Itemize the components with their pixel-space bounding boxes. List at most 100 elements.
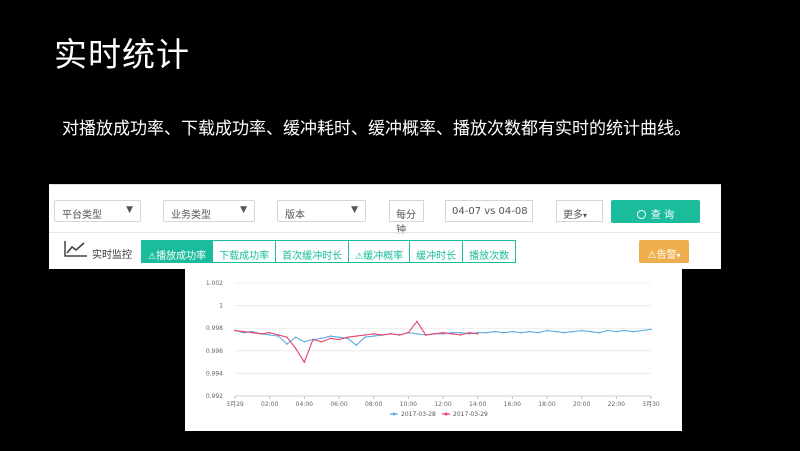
x-tick-label: 20:00 bbox=[573, 401, 590, 408]
data-point-series-1 bbox=[286, 343, 288, 345]
data-point-series-2 bbox=[242, 330, 245, 333]
data-point-series-2 bbox=[346, 336, 349, 339]
alarm-button-label: 告警 bbox=[656, 250, 677, 261]
line-chart: 0.992 0.994 0.996 0.998 1 1.002 3月29 02:00 04:00… bbox=[206, 280, 660, 418]
data-point-series-1 bbox=[355, 344, 358, 346]
data-point-series-2 bbox=[338, 338, 340, 341]
data-point-series-2 bbox=[260, 333, 262, 335]
data-point-series-2 bbox=[398, 334, 401, 336]
tab-buffer-probability[interactable]: ⚠缓冲概率 bbox=[349, 240, 411, 263]
tab-buffer-duration[interactable]: 缓冲时长 bbox=[410, 240, 464, 263]
data-point-series-2 bbox=[442, 331, 444, 334]
chevron-down-icon bbox=[351, 205, 358, 215]
tab-download-success-rate[interactable]: 下载成功率 bbox=[213, 240, 277, 263]
data-point-series-2 bbox=[251, 331, 254, 334]
chevron-down-icon bbox=[240, 205, 247, 215]
more-button[interactable]: 更多▾ bbox=[556, 200, 603, 222]
tab-play-success-rate[interactable]: ⚠播放成功率 bbox=[141, 240, 214, 263]
legend-marker bbox=[444, 412, 448, 416]
data-point-series-2 bbox=[459, 334, 462, 336]
data-point-series-2 bbox=[320, 340, 323, 343]
x-tick-label: 08:00 bbox=[365, 401, 382, 408]
legend-label: 2017-03-29 bbox=[453, 411, 488, 418]
data-point-series-1 bbox=[416, 333, 418, 335]
business-select[interactable]: 业务类型 bbox=[163, 200, 255, 222]
chevron-down-icon bbox=[126, 205, 133, 215]
data-point-series-1 bbox=[320, 337, 323, 340]
x-tick-label: 14:00 bbox=[469, 401, 486, 408]
data-point-series-1 bbox=[485, 331, 488, 334]
tab-first-buffer-duration[interactable]: 首次缓冲时长 bbox=[276, 240, 350, 263]
x-tick-label: 06:00 bbox=[330, 401, 347, 408]
data-point-series-1 bbox=[338, 336, 340, 339]
data-point-series-2 bbox=[364, 334, 366, 336]
data-point-series-1 bbox=[268, 334, 271, 336]
search-icon bbox=[636, 210, 646, 219]
data-point-series-1 bbox=[494, 330, 496, 333]
query-button[interactable]: 查 询 bbox=[611, 200, 700, 223]
y-tick-label: 1 bbox=[219, 303, 223, 310]
interval-select[interactable]: 每分钟 bbox=[389, 200, 424, 236]
tab-play-count[interactable]: 播放次数 bbox=[463, 240, 517, 263]
filter-toolbar: 平台类型 业务类型 版本 每分钟 04-07 vs 04-08 更多▾ 查 询 … bbox=[49, 184, 721, 269]
query-button-label: 查 询 bbox=[650, 210, 675, 221]
monitor-label: 实时监控 bbox=[92, 250, 132, 261]
x-tick-label: 22:00 bbox=[608, 401, 625, 408]
version-select-label: 版本 bbox=[285, 210, 305, 221]
business-select-label: 业务类型 bbox=[171, 210, 211, 221]
x-tick-label: 04:00 bbox=[296, 401, 313, 408]
data-point-series-1 bbox=[563, 331, 566, 334]
tab-label: 下载成功率 bbox=[219, 251, 270, 262]
data-point-series-1 bbox=[554, 330, 557, 333]
data-point-series-2 bbox=[268, 331, 271, 334]
realtime-chart-panel: 0.992 0.994 0.996 0.998 1 1.002 3月29 02:00 04:00… bbox=[185, 268, 682, 431]
legend-label: 2017-03-28 bbox=[401, 411, 436, 418]
toolbar-divider bbox=[49, 232, 721, 233]
data-point-series-1 bbox=[650, 328, 652, 331]
data-point-series-2 bbox=[277, 334, 280, 336]
warning-icon: ⚠ bbox=[148, 252, 157, 262]
more-button-label: 更多 bbox=[563, 210, 583, 221]
data-point-series-2 bbox=[468, 331, 470, 334]
data-point-series-2 bbox=[303, 361, 306, 363]
data-point-series-2 bbox=[390, 333, 392, 335]
data-point-series-1 bbox=[572, 330, 574, 333]
data-point-series-1 bbox=[641, 329, 644, 332]
chevron-down-icon: ▾ bbox=[676, 251, 681, 260]
tab-label: 缓冲时长 bbox=[416, 251, 457, 262]
slide-subtitle: 对播放成功率、下载成功率、缓冲耗时、缓冲概率、播放次数都有实时的统计曲线。 bbox=[62, 119, 691, 139]
data-point-series-1 bbox=[580, 329, 583, 332]
platform-select-label: 平台类型 bbox=[62, 210, 102, 221]
x-tick-label: 10:00 bbox=[400, 401, 417, 408]
y-tick-label: 0.996 bbox=[206, 348, 223, 355]
slide-title: 实时统计 bbox=[54, 35, 190, 74]
date-compare-input[interactable]: 04-07 vs 04-08 bbox=[445, 200, 533, 222]
data-point-series-1 bbox=[329, 335, 332, 337]
x-tick-label: 12:00 bbox=[434, 401, 451, 408]
data-point-series-1 bbox=[502, 331, 505, 334]
data-point-series-1 bbox=[294, 336, 297, 339]
data-point-series-1 bbox=[528, 330, 531, 333]
data-point-series-2 bbox=[450, 333, 453, 335]
data-point-series-1 bbox=[598, 331, 600, 334]
data-point-series-2 bbox=[372, 333, 375, 335]
data-point-series-2 bbox=[476, 333, 479, 335]
data-point-series-1 bbox=[546, 329, 548, 332]
alarm-button[interactable]: ⚠告警▾ bbox=[639, 240, 689, 263]
data-point-series-1 bbox=[615, 330, 618, 333]
data-point-series-2 bbox=[424, 334, 427, 336]
y-tick-label: 0.994 bbox=[206, 370, 223, 377]
data-point-series-1 bbox=[589, 330, 592, 333]
platform-select[interactable]: 平台类型 bbox=[54, 200, 141, 222]
y-tick-label: 0.992 bbox=[206, 393, 223, 400]
x-tick-label: 02:00 bbox=[261, 401, 278, 408]
tab-label: 播放成功率 bbox=[156, 251, 207, 262]
data-point-series-2 bbox=[234, 329, 236, 332]
chevron-down-icon: ▾ bbox=[583, 211, 588, 220]
data-point-series-2 bbox=[329, 337, 332, 340]
data-point-series-2 bbox=[416, 320, 418, 323]
x-tick-label: 3月30 bbox=[642, 401, 660, 408]
legend-marker bbox=[392, 412, 396, 416]
series-line-1 bbox=[234, 328, 652, 346]
version-select[interactable]: 版本 bbox=[277, 200, 366, 222]
